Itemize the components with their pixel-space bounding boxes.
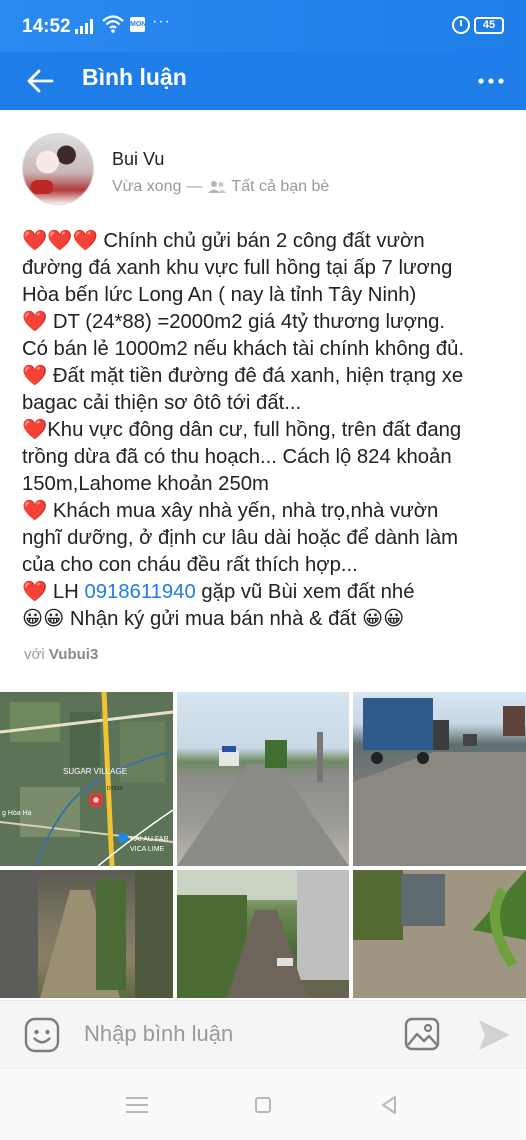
- map-label: SUGAR VILLAGE: [63, 767, 127, 776]
- garden-photo-drawing: [177, 870, 349, 998]
- post-body: ❤️❤️❤️ Chính chủ gửi bán 2 công đất vườn…: [22, 228, 508, 633]
- post-line: DT (24*88) =2000m2 giá 4tỷ thương lượng.…: [22, 311, 464, 360]
- truck-photo-drawing: [353, 698, 526, 866]
- road-photo-drawing: [177, 732, 349, 866]
- status-bar: 14:52 MON ··· 45: [0, 0, 526, 52]
- comment-input[interactable]: Nhập bình luận: [84, 1021, 233, 1047]
- heart-icon: ❤️: [22, 365, 53, 387]
- post-line: Khách mua xây nhà yến, nhà trọ,nhà vườn …: [22, 500, 458, 576]
- wifi-icon: [102, 15, 124, 33]
- audience-label: Tất cả bạn bè: [231, 178, 330, 195]
- with-label: với: [24, 646, 45, 663]
- land-photo-drawing: [353, 870, 526, 998]
- alarm-icon: [452, 16, 470, 34]
- heart-icon: ❤️: [22, 500, 53, 522]
- avatar[interactable]: [22, 133, 94, 205]
- system-nav-bar: [0, 1068, 526, 1140]
- status-time: 14:52: [22, 16, 71, 37]
- heart-icon: ❤️❤️❤️: [22, 230, 104, 252]
- back-arrow-icon[interactable]: [24, 64, 58, 98]
- more-options-icon[interactable]: [476, 70, 506, 92]
- contact-prefix: ❤️ LH: [22, 581, 85, 603]
- photo-truck[interactable]: [353, 692, 526, 866]
- send-icon[interactable]: [476, 1018, 512, 1052]
- phone-link[interactable]: 0918611940: [84, 581, 195, 603]
- tagged-user[interactable]: Vubui3: [49, 646, 98, 663]
- app-bar: Bình luận: [0, 52, 526, 110]
- post-line: Đất mặt tiền đường đê đá xanh, hiện trạn…: [22, 365, 464, 414]
- photo-map[interactable]: SUGAR VILLAGE DT824 HAI AU FAR VICA LIME…: [0, 692, 173, 866]
- heart-icon: ❤️: [22, 419, 48, 441]
- post-meta: Vừa xong — Tất cả bạn bè: [112, 178, 329, 196]
- more-notifications-icon: ···: [152, 13, 171, 30]
- map-label: HAI AU FAR: [130, 836, 169, 843]
- post-line: Khu vực đông dân cư, full hồng, trên đất…: [22, 419, 462, 495]
- post-last-line: 😀😀 Nhận ký gửi mua bán nhà & đất 😀😀: [22, 608, 405, 630]
- contact-suffix: gặp vũ Bùi xem đất nhé: [195, 581, 415, 603]
- menu-icon[interactable]: [126, 1097, 148, 1113]
- map-label: g Hòa Ha: [2, 810, 32, 817]
- map-label: DT824: [107, 786, 122, 792]
- post-time: Vừa xong: [112, 178, 182, 195]
- map-label: VICA LIME: [130, 846, 165, 853]
- path-photo-drawing: [0, 870, 173, 998]
- map-drawing: SUGAR VILLAGE DT824 HAI AU FAR VICA LIME…: [0, 692, 173, 866]
- image-icon[interactable]: [404, 1017, 440, 1051]
- tagged-with: với Vubui3: [24, 646, 98, 663]
- page-title: Bình luận: [82, 64, 187, 90]
- friends-icon: [208, 181, 227, 193]
- battery-icon: 45: [474, 17, 504, 34]
- comment-bar: Nhập bình luận: [0, 1000, 526, 1068]
- photo-land[interactable]: [353, 870, 526, 998]
- emoji-icon[interactable]: [24, 1017, 60, 1053]
- meta-separator: —: [186, 178, 203, 195]
- photo-garden[interactable]: [177, 870, 349, 998]
- photo-road[interactable]: [177, 692, 349, 866]
- author-name[interactable]: Bui Vu: [112, 149, 164, 170]
- home-icon[interactable]: [255, 1097, 271, 1113]
- signal-icon: [75, 18, 93, 34]
- photo-path[interactable]: [0, 870, 173, 998]
- nav-back-icon[interactable]: [379, 1095, 399, 1115]
- app-notification-icon: MON: [130, 17, 146, 32]
- heart-icon: ❤️: [22, 311, 53, 333]
